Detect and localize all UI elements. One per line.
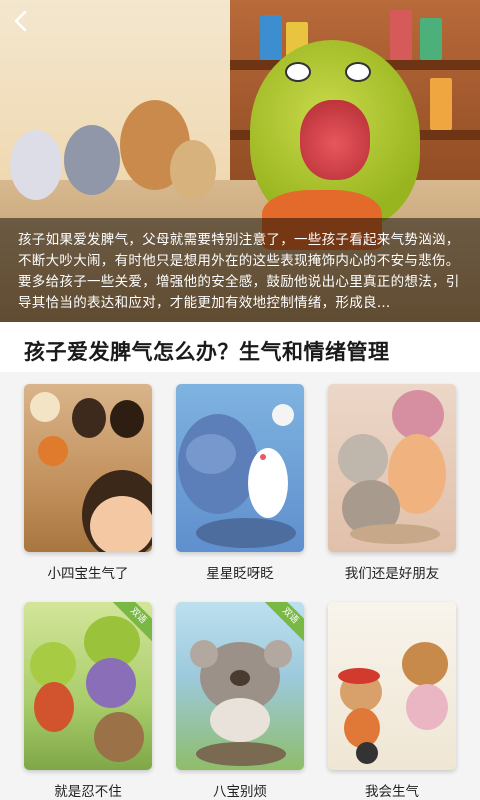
book-cover: [328, 602, 456, 770]
book-cover: [328, 384, 456, 552]
donkey-illustration: [64, 125, 120, 195]
book-cover: [24, 384, 152, 552]
small-bear-illustration: [170, 140, 216, 200]
book-cover: 双语: [176, 602, 304, 770]
bilingual-badge: 双语: [261, 602, 304, 645]
book-card[interactable]: 双语 就是忍不住: [24, 602, 152, 800]
book-card[interactable]: 双语 八宝别烦: [176, 602, 304, 800]
hero-caption: 孩子如果爱发脾气，父母就需要特别注意了，一些孩子看起来气势汹汹，不断大吵大闹，有…: [0, 218, 480, 322]
book-cover: [176, 384, 304, 552]
book-card[interactable]: 我们还是好朋友: [328, 384, 456, 582]
book-title: 小四宝生气了: [47, 566, 129, 582]
section-title: 孩子爱发脾气怎么办？生气和情绪管理: [24, 340, 390, 364]
book-title: 我会生气: [365, 784, 419, 800]
hero-description: 孩子如果爱发脾气，父母就需要特别注意了，一些孩子看起来气势汹汹，不断大吵大闹，有…: [18, 232, 460, 311]
rabbit-illustration: [10, 130, 62, 200]
back-button[interactable]: [8, 10, 32, 36]
book-card[interactable]: 星星眨呀眨: [176, 384, 304, 582]
book-title: 就是忍不住: [54, 784, 122, 800]
book-title: 星星眨呀眨: [206, 566, 274, 582]
book-cover: 双语: [24, 602, 152, 770]
dinosaur-mouth: [300, 100, 370, 180]
book-grid: 小四宝生气了 星星眨呀眨 我们还是好朋友 双语 就是忍不住 双语 八宝别烦 我会…: [0, 372, 480, 800]
book-card[interactable]: 我会生气: [328, 602, 456, 800]
hero-banner: 孩子如果爱发脾气，父母就需要特别注意了，一些孩子看起来气势汹汹，不断大吵大闹，有…: [0, 0, 480, 322]
book-title: 八宝别烦: [213, 784, 267, 800]
book-title: 我们还是好朋友: [344, 566, 440, 582]
book-card[interactable]: 小四宝生气了: [24, 384, 152, 582]
chevron-left-icon: [13, 10, 27, 36]
